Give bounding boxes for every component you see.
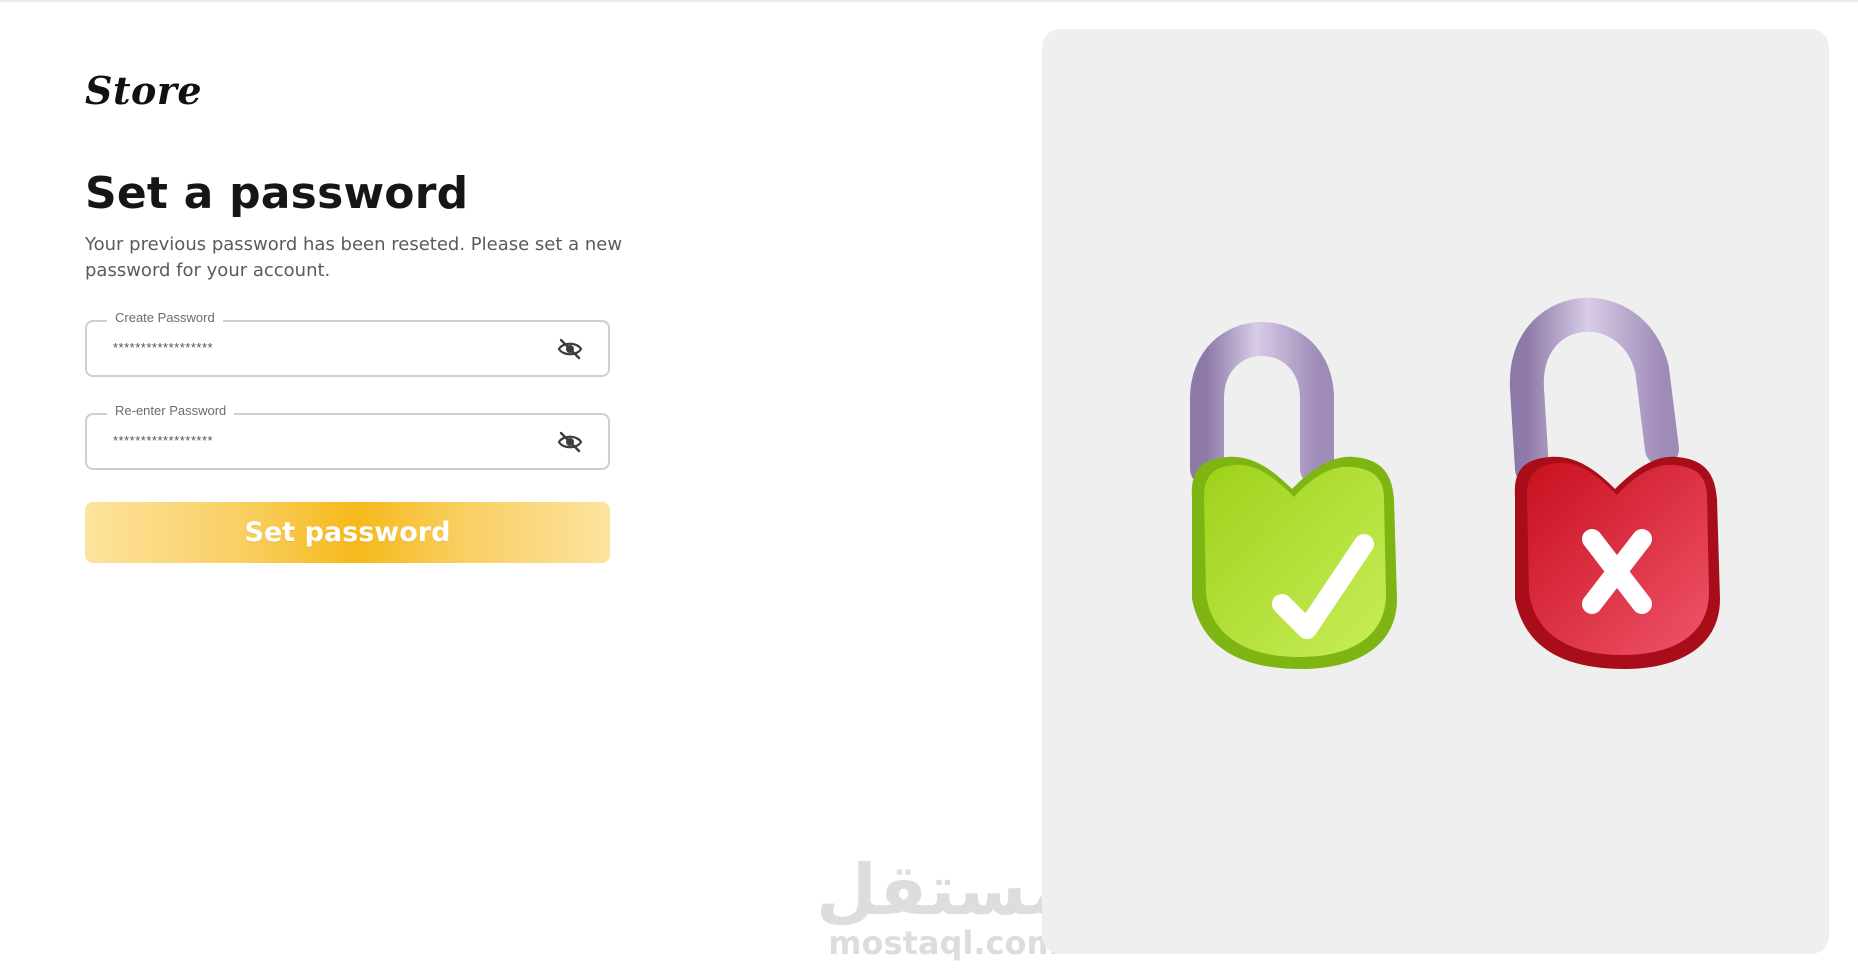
- illustration-panel: [1042, 29, 1829, 954]
- set-password-button[interactable]: Set password: [85, 502, 610, 563]
- watermark: مستقل mostaql.com: [816, 850, 1072, 960]
- reenter-password-field[interactable]: Re-enter Password: [85, 403, 610, 470]
- reenter-password-label: Re-enter Password: [107, 403, 235, 418]
- reenter-password-input[interactable]: [113, 433, 513, 448]
- page-subtitle: Your previous password has been reseted.…: [85, 234, 623, 281]
- watermark-latin: mostaql.com: [828, 924, 1060, 962]
- create-password-input[interactable]: [113, 340, 513, 355]
- watermark-arabic: مستقل: [816, 849, 1073, 931]
- eye-off-icon[interactable]: [556, 336, 584, 362]
- eye-off-icon[interactable]: [556, 429, 584, 455]
- padlocks-illustration: [1190, 297, 1720, 669]
- top-divider: [0, 0, 1858, 2]
- open-padlock-cross: [1509, 297, 1720, 669]
- create-password-field[interactable]: Create Password: [85, 310, 610, 377]
- brand-logo: Store: [85, 68, 203, 113]
- create-password-label: Create Password: [107, 310, 223, 325]
- page-title: Set a password: [85, 168, 469, 219]
- locked-padlock-check: [1190, 322, 1397, 669]
